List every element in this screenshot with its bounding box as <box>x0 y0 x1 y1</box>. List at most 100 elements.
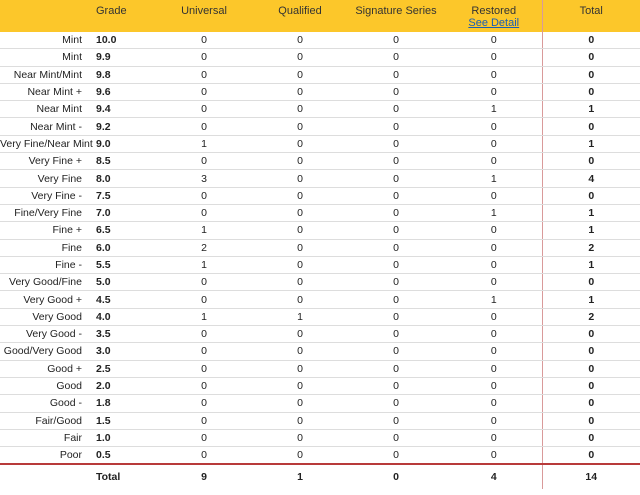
qualified-count: 0 <box>254 342 346 361</box>
grade-label: Near Mint/Mint <box>0 66 96 84</box>
table-row: Very Good +4.5 0 0 0 1 1 <box>0 290 640 309</box>
table-row: Good -1.8 0 0 0 0 0 <box>0 394 640 413</box>
signature-count: 0 <box>346 446 446 465</box>
table-row: Poor 0.5 0 0 0 0 0 <box>0 446 640 465</box>
qualified-count: 0 <box>254 204 346 223</box>
qualified-count: 0 <box>254 187 346 205</box>
header-grade: Grade <box>96 0 154 32</box>
universal-count: 0 <box>154 83 254 102</box>
total-count: 1 <box>541 290 640 309</box>
grade-value: 0.5 <box>96 446 154 465</box>
universal-count: 0 <box>154 394 254 413</box>
restored-count: 0 <box>446 83 542 102</box>
qualified-count: 0 <box>254 412 346 430</box>
grade-label: Mint <box>0 32 96 50</box>
table-row: Very Fine +8.5 0 0 0 0 0 <box>0 152 640 171</box>
grade-value: 9.9 <box>96 48 154 67</box>
signature-count: 0 <box>346 239 446 257</box>
restored-count: 0 <box>446 239 542 257</box>
restored-count: 0 <box>446 221 542 240</box>
total-count: 0 <box>541 394 640 413</box>
grade-value: 4.5 <box>96 290 154 309</box>
restored-count: 1 <box>446 290 542 309</box>
restored-count: 0 <box>446 360 542 378</box>
signature-count: 0 <box>346 377 446 396</box>
grade-value: 6.0 <box>96 239 154 257</box>
total-count: 0 <box>541 360 640 378</box>
header-signature-series: Signature Series <box>346 0 446 32</box>
totals-restored: 4 <box>446 463 542 490</box>
total-count: 0 <box>541 273 640 292</box>
restored-count: 0 <box>446 256 542 275</box>
grade-value: 9.8 <box>96 66 154 84</box>
restored-count: 0 <box>446 117 542 136</box>
totals-universal: 9 <box>154 463 254 490</box>
table-row: Very Good 4.0 1 1 0 0 2 <box>0 308 640 327</box>
table-row: Very Fine 8.0 3 0 0 1 4 <box>0 169 640 188</box>
restored-count: 0 <box>446 377 542 396</box>
table-row: Fair/Good 1.5 0 0 0 0 0 <box>0 412 640 430</box>
universal-count: 0 <box>154 187 254 205</box>
table-row: Fine -5.5 1 0 0 0 1 <box>0 256 640 275</box>
table-row: Fine +6.5 1 0 0 0 1 <box>0 221 640 240</box>
qualified-count: 0 <box>254 135 346 154</box>
grade-label: Good/Very Good <box>0 342 96 361</box>
grade-value: 1.8 <box>96 394 154 413</box>
total-count: 0 <box>541 187 640 205</box>
universal-count: 0 <box>154 152 254 171</box>
grade-label: Good - <box>0 394 96 413</box>
grade-label: Very Good/Fine <box>0 273 96 292</box>
total-count: 0 <box>541 446 640 465</box>
restored-count: 0 <box>446 273 542 292</box>
table-row: Near Mint -9.2 0 0 0 0 0 <box>0 117 640 136</box>
restored-count: 1 <box>446 100 542 119</box>
qualified-count: 0 <box>254 117 346 136</box>
grade-value: 9.0 <box>96 135 154 154</box>
universal-count: 0 <box>154 290 254 309</box>
grade-value: 2.5 <box>96 360 154 378</box>
grade-value: 9.6 <box>96 83 154 102</box>
grade-value: 10.0 <box>96 32 154 50</box>
census-table: Grade Universal Qualified Signature Seri… <box>0 0 640 490</box>
grade-value: 5.5 <box>96 256 154 275</box>
signature-count: 0 <box>346 117 446 136</box>
grade-label: Very Good - <box>0 325 96 344</box>
signature-count: 0 <box>346 83 446 102</box>
see-detail-link[interactable]: See Detail <box>468 17 519 29</box>
table-row: Very Good -3.5 0 0 0 0 0 <box>0 325 640 344</box>
grade-value: 9.4 <box>96 100 154 119</box>
restored-count: 0 <box>446 48 542 67</box>
universal-count: 0 <box>154 446 254 465</box>
universal-count: 0 <box>154 48 254 67</box>
table-row: Very Fine/Near Mint 9.0 1 0 0 0 1 <box>0 135 640 154</box>
universal-count: 0 <box>154 429 254 448</box>
restored-count: 0 <box>446 308 542 327</box>
totals-row-label-cell <box>0 463 96 490</box>
restored-count: 0 <box>446 429 542 448</box>
signature-count: 0 <box>346 135 446 154</box>
table-row: Good/Very Good 3.0 0 0 0 0 0 <box>0 342 640 361</box>
table-row: Mint 9.9 0 0 0 0 0 <box>0 48 640 67</box>
header-label-col <box>0 0 96 32</box>
restored-count: 0 <box>446 325 542 344</box>
qualified-count: 0 <box>254 377 346 396</box>
restored-count: 0 <box>446 32 542 50</box>
qualified-count: 0 <box>254 169 346 188</box>
restored-count: 0 <box>446 187 542 205</box>
header-universal: Universal <box>154 0 254 32</box>
signature-count: 0 <box>346 66 446 84</box>
signature-count: 0 <box>346 152 446 171</box>
signature-count: 0 <box>346 290 446 309</box>
qualified-count: 0 <box>254 221 346 240</box>
header-qualified: Qualified <box>254 0 346 32</box>
qualified-count: 0 <box>254 152 346 171</box>
restored-count: 0 <box>446 394 542 413</box>
table-row: Good 2.0 0 0 0 0 0 <box>0 377 640 396</box>
grade-label: Fair <box>0 429 96 448</box>
grade-value: 8.5 <box>96 152 154 171</box>
grade-value: 3.5 <box>96 325 154 344</box>
total-count: 0 <box>541 66 640 84</box>
grade-value: 9.2 <box>96 117 154 136</box>
signature-count: 0 <box>346 325 446 344</box>
grade-label: Near Mint <box>0 100 96 119</box>
